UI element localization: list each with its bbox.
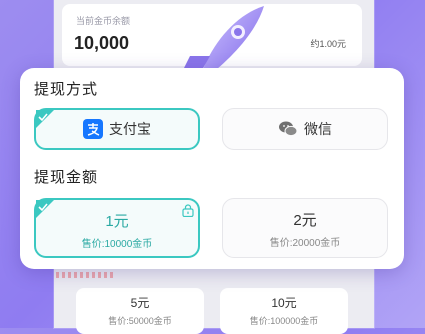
balance-value: 10,000 <box>74 33 130 53</box>
amount-price: 售价:100000金币 <box>249 316 319 326</box>
method-alipay-button[interactable]: 支付宝 <box>34 108 200 150</box>
withdraw-amount-title: 提现金额 <box>34 169 99 186</box>
amount-price: 售价:50000金币 <box>108 316 172 326</box>
check-corner-icon <box>36 110 54 128</box>
balance-approx: 约1.00元 <box>310 39 346 49</box>
amount-value: 5元 <box>130 296 150 310</box>
method-label: 微信 <box>304 121 332 137</box>
amount-value: 10元 <box>271 296 297 310</box>
amount-option-2[interactable]: 2元 售价:20000金币 <box>222 198 388 258</box>
wechat-icon <box>279 121 298 137</box>
method-wechat-button[interactable]: 微信 <box>222 108 388 150</box>
withdraw-method-title: 提现方式 <box>34 81 99 98</box>
method-label: 支付宝 <box>109 121 151 137</box>
amount-price: 售价:10000金币 <box>81 239 153 250</box>
balance-label: 当前金币余额 <box>76 16 131 26</box>
amount-value: 2元 <box>293 212 317 229</box>
amount-option-1[interactable]: 1元 售价:10000金币 <box>34 198 200 258</box>
amount-value: 1元 <box>105 213 129 230</box>
withdraw-panel: 提现方式 支付宝 微信 提现金额 1元 售价:10000金币 2元 售价:200… <box>20 68 404 269</box>
amount-price: 售价:20000金币 <box>269 238 341 249</box>
alipay-icon <box>83 119 103 139</box>
amount-option-5[interactable]: 5元 售价:50000金币 <box>76 288 204 334</box>
amount-option-10[interactable]: 10元 售价:100000金币 <box>220 288 348 334</box>
decorative-strip <box>56 272 116 278</box>
